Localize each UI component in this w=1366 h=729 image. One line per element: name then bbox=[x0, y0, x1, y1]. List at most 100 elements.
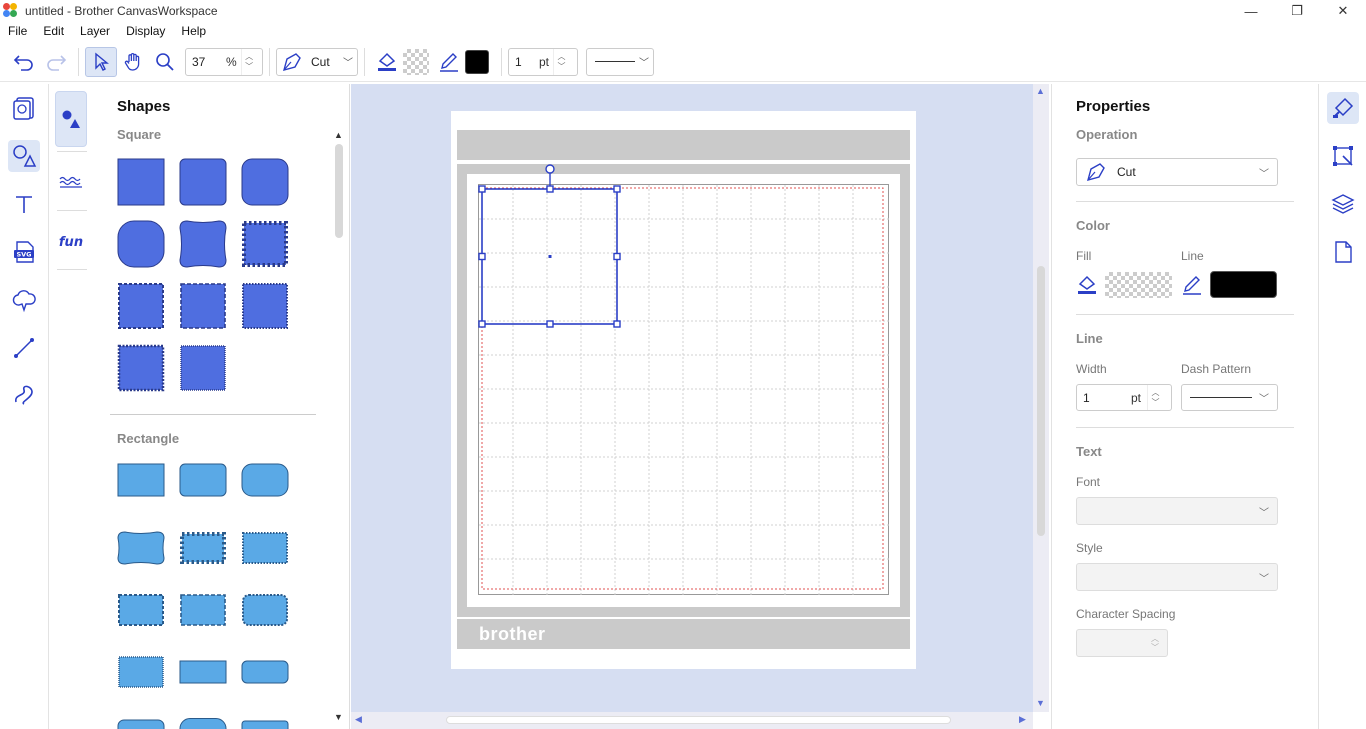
resize-handle[interactable] bbox=[613, 185, 621, 193]
chevron-down-icon[interactable]: ﹀ bbox=[245, 62, 253, 72]
shapes-category-fun[interactable]: fun bbox=[55, 217, 87, 265]
shape-square[interactable] bbox=[117, 158, 165, 206]
menu-help[interactable]: Help bbox=[173, 24, 214, 38]
scroll-thumb[interactable] bbox=[446, 716, 951, 724]
shapes-category-borders[interactable] bbox=[55, 158, 87, 206]
canvas-horizontal-scrollbar[interactable]: ◀ ▶ bbox=[351, 712, 1033, 729]
dash-pattern-select[interactable]: ﹀ bbox=[1181, 384, 1278, 411]
dash-pattern-dropdown[interactable]: ﹀ bbox=[586, 47, 654, 76]
shape-square-stamp[interactable] bbox=[241, 282, 289, 330]
shapes-category-basic[interactable] bbox=[55, 91, 87, 147]
fill-color-swatch[interactable] bbox=[1105, 272, 1172, 298]
resize-handle[interactable] bbox=[546, 185, 554, 193]
zoom-stepper-arrows[interactable]: ︿ ﹀ bbox=[240, 48, 257, 75]
shape-square-rounded-large[interactable] bbox=[117, 220, 165, 268]
shapes-scrollbar[interactable]: ▲ ▼ bbox=[334, 130, 344, 722]
minimize-button[interactable]: — bbox=[1228, 0, 1274, 22]
shape-square-fine-edge[interactable] bbox=[179, 344, 227, 392]
shape-rectangle-dotted[interactable] bbox=[179, 592, 227, 628]
shape-rectangle-wide-rounded[interactable] bbox=[241, 658, 289, 686]
undo-button[interactable] bbox=[8, 47, 40, 77]
character-spacing-input[interactable]: ︿ ﹀ bbox=[1076, 629, 1168, 657]
shape-square-rounded[interactable] bbox=[241, 158, 289, 206]
select-tool-button[interactable] bbox=[85, 46, 117, 77]
operation-select[interactable]: Cut ﹀ bbox=[1076, 158, 1278, 186]
shape-rectangle-fine-edge[interactable] bbox=[117, 654, 165, 690]
rotate-handle[interactable] bbox=[545, 164, 555, 174]
resize-handle[interactable] bbox=[478, 320, 486, 328]
trace-tool-button[interactable] bbox=[8, 284, 40, 316]
scroll-thumb[interactable] bbox=[1037, 266, 1045, 536]
shape-square-dotted[interactable] bbox=[179, 282, 227, 330]
close-button[interactable]: ✕ bbox=[1320, 0, 1366, 22]
scroll-right-arrow-icon[interactable]: ▶ bbox=[1019, 714, 1026, 725]
transform-tab-button[interactable] bbox=[1327, 140, 1359, 172]
line-width-input-value[interactable]: 1 bbox=[1077, 391, 1131, 405]
zoom-value[interactable]: 37 bbox=[186, 55, 226, 69]
scroll-down-arrow-icon[interactable]: ▼ bbox=[334, 712, 343, 722]
fill-color-swatch[interactable] bbox=[403, 48, 429, 75]
properties-tab-button[interactable] bbox=[1327, 92, 1359, 124]
zoom-tool-button[interactable] bbox=[149, 47, 181, 77]
chevron-up-icon[interactable]: ︿ bbox=[1152, 388, 1160, 398]
line-width-value[interactable]: 1 bbox=[509, 55, 539, 69]
layers-tab-button[interactable] bbox=[1327, 188, 1359, 220]
scroll-down-arrow-icon[interactable]: ▼ bbox=[1036, 698, 1045, 708]
shape-rectangle-partial[interactable] bbox=[179, 718, 227, 729]
zoom-stepper[interactable]: 37 % ︿ ﹀ bbox=[185, 47, 263, 76]
shape-rectangle[interactable] bbox=[117, 462, 165, 498]
chevron-up-icon[interactable]: ︿ bbox=[558, 52, 566, 62]
line-tool-button[interactable] bbox=[8, 332, 40, 364]
shape-rectangle-wave-edge[interactable] bbox=[241, 592, 289, 628]
scroll-up-arrow-icon[interactable]: ▲ bbox=[1036, 86, 1045, 96]
line-color-swatch[interactable] bbox=[465, 49, 489, 74]
shape-rectangle-pinked[interactable] bbox=[179, 530, 227, 566]
shape-square-rounded-small[interactable] bbox=[179, 158, 227, 206]
cutting-mat[interactable]: brother bbox=[451, 111, 916, 669]
fill-color-button[interactable] bbox=[371, 47, 403, 77]
hand-tool-button[interactable] bbox=[117, 47, 149, 77]
resize-handle[interactable] bbox=[613, 252, 621, 261]
font-select[interactable]: ﹀ bbox=[1076, 497, 1278, 525]
scroll-thumb[interactable] bbox=[335, 144, 343, 238]
shape-rectangle-rounded[interactable] bbox=[241, 462, 289, 498]
scroll-left-arrow-icon[interactable]: ◀ bbox=[355, 714, 362, 725]
templates-button[interactable] bbox=[8, 92, 40, 124]
line-width-stepper-arrows[interactable]: ︿ ﹀ bbox=[553, 48, 569, 75]
shape-rectangle-wavy[interactable] bbox=[117, 592, 165, 628]
resize-handle[interactable] bbox=[478, 185, 486, 193]
menu-display[interactable]: Display bbox=[118, 24, 173, 38]
resize-handle[interactable] bbox=[613, 320, 621, 328]
freehand-tool-button[interactable] bbox=[8, 378, 40, 410]
redo-button[interactable] bbox=[40, 47, 72, 77]
menu-edit[interactable]: Edit bbox=[35, 24, 72, 38]
style-select[interactable]: ﹀ bbox=[1076, 563, 1278, 591]
line-width-stepper[interactable]: 1 pt ︿ ﹀ bbox=[508, 47, 578, 76]
menu-layer[interactable]: Layer bbox=[72, 24, 118, 38]
character-spacing-arrows[interactable]: ︿ ﹀ bbox=[1151, 634, 1159, 652]
line-color-swatch[interactable] bbox=[1210, 271, 1277, 298]
shape-square-pinked[interactable] bbox=[241, 220, 289, 268]
selected-shape[interactable] bbox=[477, 163, 623, 331]
resize-handle[interactable] bbox=[546, 320, 554, 328]
page-tab-button[interactable] bbox=[1327, 236, 1359, 268]
canvas-area[interactable]: brother bbox=[351, 84, 1033, 712]
operation-dropdown[interactable]: Cut ﹀ bbox=[276, 47, 358, 76]
line-width-input-arrows[interactable]: ︿ ﹀ bbox=[1147, 385, 1163, 410]
shape-square-wavy[interactable] bbox=[117, 282, 165, 330]
shape-rectangle-rounded-small[interactable] bbox=[179, 462, 227, 498]
shape-square-wave-edge[interactable] bbox=[117, 344, 165, 392]
shape-rectangle-scalloped[interactable] bbox=[117, 530, 165, 566]
chevron-down-icon[interactable]: ﹀ bbox=[558, 62, 566, 72]
shapes-tool-button[interactable] bbox=[8, 140, 40, 172]
text-tool-button[interactable] bbox=[8, 188, 40, 220]
chevron-up-icon[interactable]: ︿ bbox=[245, 52, 253, 62]
menu-file[interactable]: File bbox=[0, 24, 35, 38]
svg-import-button[interactable]: SVG bbox=[8, 236, 40, 268]
scroll-up-arrow-icon[interactable]: ▲ bbox=[334, 130, 343, 140]
shape-rectangle-partial[interactable] bbox=[241, 718, 289, 729]
shape-rectangle-wide[interactable] bbox=[179, 658, 227, 686]
canvas-vertical-scrollbar[interactable]: ▲ ▼ bbox=[1033, 84, 1049, 712]
shape-rectangle-stamp[interactable] bbox=[241, 530, 289, 566]
maximize-button[interactable]: ❐ bbox=[1274, 0, 1320, 22]
